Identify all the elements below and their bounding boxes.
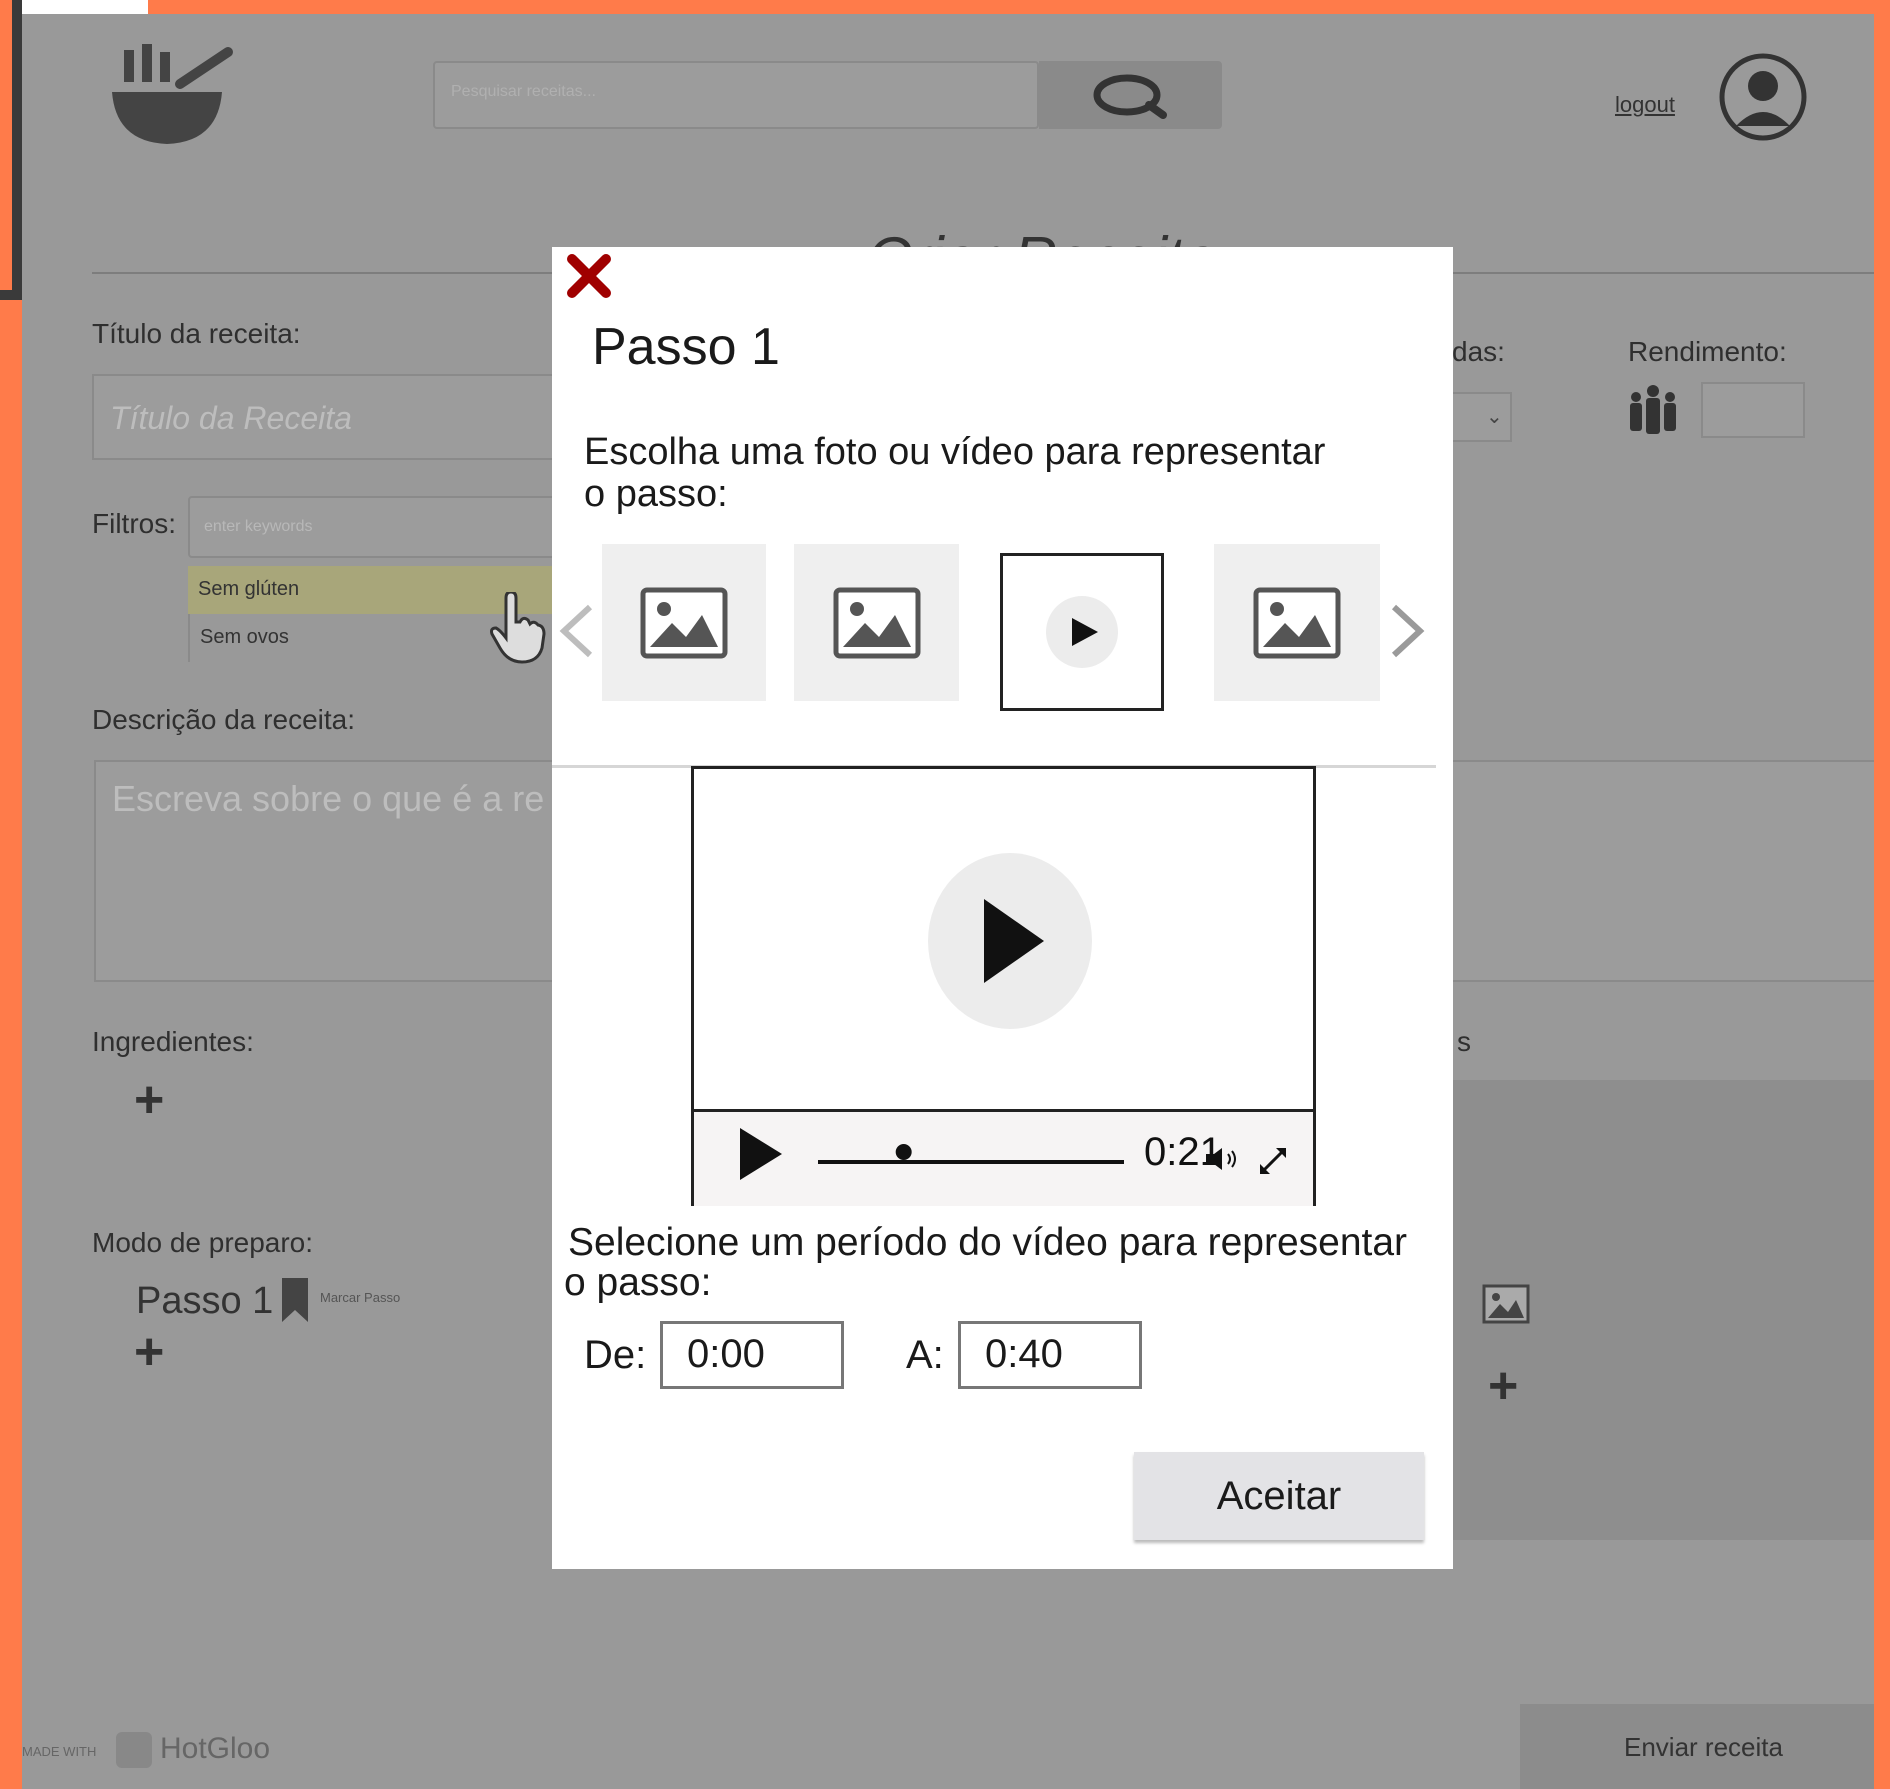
utensils-label: s (1457, 1026, 1471, 1057)
image-icon (1253, 587, 1341, 658)
volume-icon[interactable] (1204, 1146, 1240, 1172)
description-label: Descrição da receita: (92, 704, 356, 735)
bookmark-icon[interactable] (280, 1276, 310, 1324)
close-icon[interactable] (566, 253, 612, 299)
select-period-line2: o passo: (564, 1261, 712, 1304)
progress-knob[interactable] (895, 1144, 912, 1160)
filters-input[interactable]: enter keywords (188, 496, 588, 558)
search-button[interactable] (1039, 61, 1222, 129)
yield-input[interactable] (1701, 382, 1805, 438)
fullscreen-icon[interactable] (1256, 1144, 1290, 1178)
accept-button[interactable]: Aceitar (1134, 1452, 1424, 1540)
add-media-icon[interactable]: + (1488, 1360, 1518, 1412)
preparation-label: Modo de preparo: (92, 1227, 314, 1258)
mark-step-label: Marcar Passo (320, 1290, 401, 1305)
yield-label: Rendimento: (1628, 336, 1787, 367)
thumbnail-video-selected[interactable] (1000, 553, 1164, 711)
search-icon (1093, 74, 1167, 119)
thumbnail-image-2[interactable] (794, 544, 959, 701)
thumbnail-image-3[interactable] (1214, 544, 1380, 701)
from-time-input[interactable]: 0:00 (660, 1321, 844, 1389)
filters-label: Filtros: (92, 508, 176, 539)
add-step-icon[interactable]: + (134, 1326, 164, 1378)
frame-corner (22, 0, 148, 14)
play-icon[interactable] (736, 1124, 786, 1184)
select-period-line1: Selecione um período do vídeo para repre… (568, 1221, 1408, 1264)
portions-label: das: (1452, 336, 1505, 367)
chevron-right-icon[interactable] (1388, 601, 1428, 661)
ingredients-label: Ingredientes: (92, 1026, 254, 1057)
choose-prompt-line2: o passo: (584, 473, 728, 515)
video-controls-bar: 0:21 (694, 1109, 1313, 1206)
made-with-label: MADE WITH (22, 1744, 97, 1759)
image-icon[interactable] (1482, 1284, 1530, 1324)
play-icon (1046, 596, 1118, 668)
hand-cursor-icon (490, 592, 546, 664)
hotgloo-brand: HotGloo (160, 1732, 271, 1765)
step-label: Passo 1 (136, 1280, 274, 1322)
video-progress-slider[interactable] (816, 1132, 1126, 1172)
modal-title: Passo 1 (592, 318, 780, 376)
avatar-icon[interactable] (1718, 52, 1808, 142)
to-time-input[interactable]: 0:40 (958, 1321, 1142, 1389)
step-modal: Passo 1 Escolha uma foto ou vídeo para r… (552, 247, 1453, 1569)
add-ingredient-icon[interactable]: + (134, 1074, 164, 1126)
title-input[interactable]: Título da Receita (92, 374, 592, 460)
frame-left-accent (0, 0, 12, 290)
thumbnail-image-1[interactable] (602, 544, 766, 701)
video-play-icon[interactable] (926, 851, 1094, 1031)
title-label: Título da receita: (92, 318, 301, 349)
submit-button[interactable]: Enviar receita (1520, 1704, 1874, 1789)
hotgloo-logo-icon (116, 1732, 152, 1768)
search-input[interactable]: Pesquisar receitas... (433, 61, 1039, 129)
image-icon (833, 587, 920, 658)
choose-prompt-line1: Escolha uma foto ou vídeo para represent… (584, 431, 1326, 473)
logout-link[interactable]: logout (1615, 92, 1675, 118)
people-icon (1630, 385, 1676, 434)
to-label: A: (906, 1333, 944, 1377)
video-player[interactable]: 0:21 (691, 766, 1316, 1206)
chevron-left-icon[interactable] (556, 601, 596, 661)
chevron-down-icon: ⌄ (1486, 406, 1503, 428)
image-icon (640, 587, 728, 658)
logo-bowl-icon (112, 44, 233, 144)
from-label: De: (584, 1333, 647, 1377)
